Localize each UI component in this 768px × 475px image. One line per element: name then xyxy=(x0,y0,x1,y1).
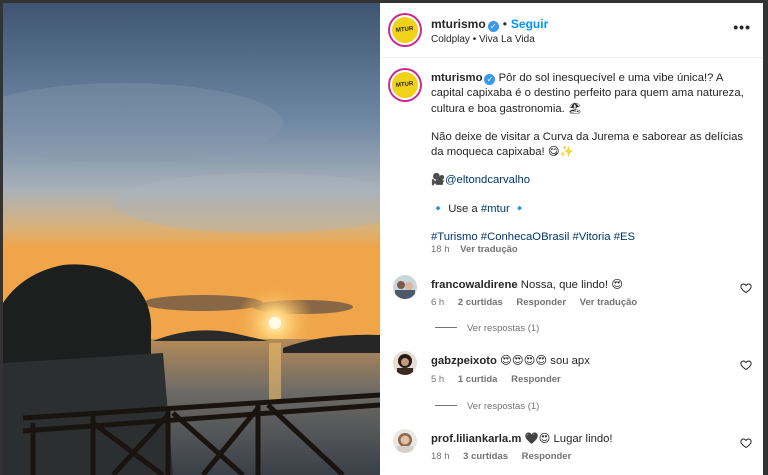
comment-time[interactable]: 6 h xyxy=(431,297,444,308)
comment-likes[interactable]: 2 curtidas xyxy=(458,297,503,308)
use-tag-suffix: 🔹 xyxy=(512,202,527,215)
avatar-logo-text: MTUR xyxy=(396,81,414,89)
header-username[interactable]: mturismo xyxy=(431,17,486,31)
comment-text: 😍😍😍😍 sou apx xyxy=(500,355,590,367)
like-heart-icon[interactable] xyxy=(740,437,752,449)
view-replies-label: Ver respostas (1) xyxy=(467,323,540,334)
reply-button[interactable]: Responder xyxy=(522,451,572,462)
post-photo[interactable] xyxy=(3,3,380,475)
view-replies-button[interactable]: Ver respostas (1) xyxy=(435,323,539,334)
view-replies-button[interactable]: Ver respostas (1) xyxy=(435,401,539,412)
audio-track[interactable]: Coldplay • Viva La Vida xyxy=(431,34,535,45)
comment-time[interactable]: 18 h xyxy=(431,451,450,462)
caption-text-2: Não deixe de visitar a Curva da Jurema e… xyxy=(431,130,744,159)
comment-username[interactable]: prof.liliankarla.m xyxy=(431,433,521,445)
verified-badge-icon: ✓ xyxy=(484,74,496,85)
header-separator: • xyxy=(502,17,507,31)
more-options-icon[interactable]: ••• xyxy=(733,19,751,35)
commenter-avatar[interactable] xyxy=(393,429,417,453)
follow-button[interactable]: Seguir xyxy=(511,17,548,31)
post-modal: MTUR mturismo ✓ • Seguir Coldplay • Viva La… xyxy=(3,3,763,475)
comment-time[interactable]: 5 h xyxy=(431,374,444,385)
mturismo-avatar[interactable]: MTUR xyxy=(390,15,420,45)
comment-username[interactable]: francowaldirene xyxy=(431,279,518,291)
see-translation-button[interactable]: Ver tradução xyxy=(460,244,518,255)
credit-mention-link[interactable]: @eltondcarvalho xyxy=(445,174,530,186)
like-heart-icon[interactable] xyxy=(740,282,752,294)
caption-username[interactable]: mturismo xyxy=(431,72,482,84)
header-user-line: mturismo ✓ • Seguir xyxy=(431,17,548,32)
post-side-panel: MTUR mturismo ✓ • Seguir Coldplay • Viva La… xyxy=(380,3,763,475)
see-translation-button[interactable]: Ver tradução xyxy=(580,297,638,308)
comment-likes[interactable]: 3 curtidas xyxy=(463,451,508,462)
avatar-logo-text: MTUR xyxy=(396,26,414,34)
use-tag-prefix: 🔹 Use a xyxy=(431,202,478,215)
comment-likes[interactable]: 1 curtida xyxy=(458,374,498,385)
commenter-avatar[interactable] xyxy=(393,351,417,375)
post-header: MTUR mturismo ✓ • Seguir Coldplay • Viva La… xyxy=(380,3,763,58)
caption-meta: 18 h Ver tradução xyxy=(431,244,526,255)
sunset-photo xyxy=(3,3,380,475)
post-caption: mturismo ✓ Pôr do sol inesquecível e uma … xyxy=(431,71,749,245)
verified-badge-icon: ✓ xyxy=(487,21,499,32)
comment-username[interactable]: gabzpeixoto xyxy=(431,355,497,367)
reply-button[interactable]: Responder xyxy=(511,374,561,385)
commenter-avatar[interactable] xyxy=(393,275,417,299)
reply-button[interactable]: Responder xyxy=(516,297,566,308)
caption-time[interactable]: 18 h xyxy=(431,244,450,255)
view-replies-label: Ver respostas (1) xyxy=(467,401,540,412)
video-camera-icon: 🎥 xyxy=(431,174,446,187)
caption-avatar[interactable]: MTUR xyxy=(390,70,420,100)
comment-text: Nossa, que lindo! 😍 xyxy=(520,279,623,291)
like-heart-icon[interactable] xyxy=(740,359,752,371)
mtur-hashtag-link[interactable]: #mtur xyxy=(481,203,510,215)
comment-text: 🖤😍 Lugar lindo! xyxy=(524,433,613,445)
